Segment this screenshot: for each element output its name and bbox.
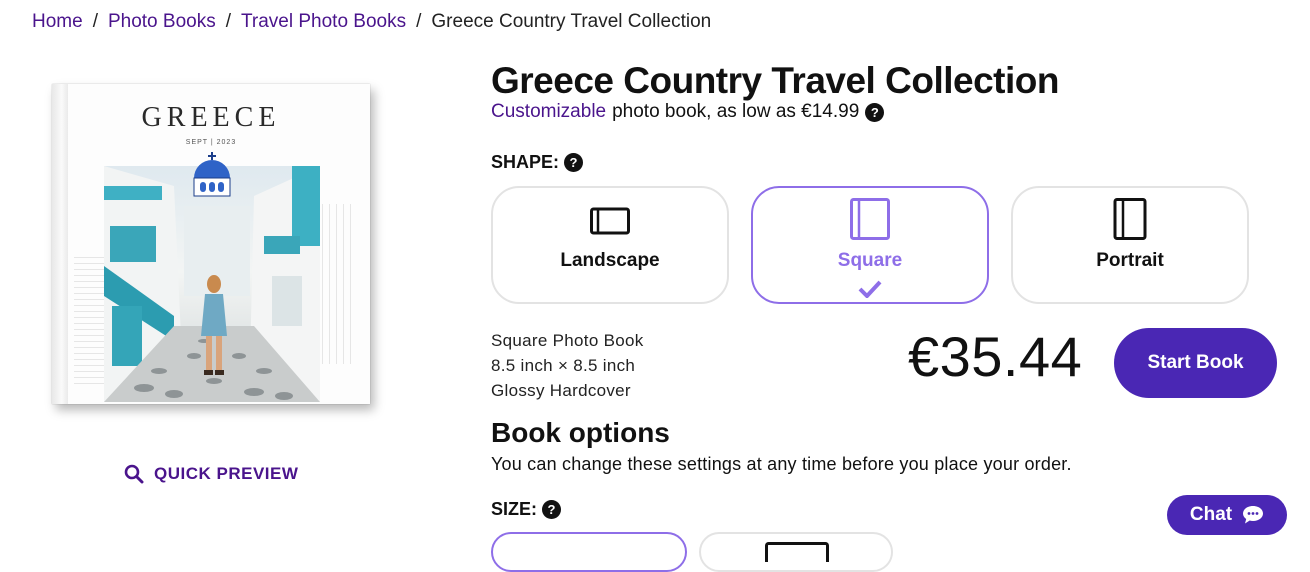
book-cover-image[interactable]: GREECE SEPT | 2023	[52, 84, 370, 404]
landscape-book-icon	[590, 207, 630, 235]
price: €35.44	[908, 325, 1083, 388]
spec-line: Glossy Hardcover	[491, 381, 631, 400]
landscape-book-icon	[765, 542, 829, 562]
breadcrumb-home[interactable]: Home	[32, 11, 83, 33]
help-icon[interactable]: ?	[564, 153, 584, 172]
shape-option-label: Portrait	[1096, 250, 1164, 271]
shape-label-text: SHAPE:	[491, 152, 560, 172]
size-label-text: SIZE:	[491, 499, 538, 519]
size-option[interactable]	[699, 532, 893, 572]
breadcrumb-separator: /	[92, 11, 98, 32]
breadcrumb-travel-photo-books[interactable]: Travel Photo Books	[241, 11, 406, 33]
size-label: SIZE: ?	[491, 499, 562, 520]
cover-photo	[104, 166, 320, 402]
customizable-link[interactable]: Customizable	[491, 101, 606, 123]
portrait-book-icon	[1113, 198, 1147, 240]
shape-option-label: Square	[837, 250, 903, 271]
search-icon	[124, 464, 144, 484]
size-option[interactable]	[491, 532, 687, 572]
subtitle-text: photo book, as low as €14.99	[612, 101, 860, 122]
cover-title: GREECE	[141, 102, 281, 133]
breadcrumb-separator: /	[225, 11, 231, 32]
shape-option-portrait[interactable]: Portrait	[1011, 186, 1249, 304]
spec-line: Square Photo Book	[491, 331, 644, 350]
breadcrumb-current: Greece Country Travel Collection	[431, 11, 712, 32]
church-dome-icon	[193, 152, 231, 197]
checkmark-icon	[858, 280, 882, 298]
street-photo-illustration	[104, 166, 320, 402]
cover-date: SEPT | 2023	[185, 139, 237, 146]
product-specs: Square Photo Book 8.5 inch × 8.5 inch Gl…	[491, 328, 644, 403]
shape-option-square[interactable]: Square	[751, 186, 989, 304]
spec-line: 8.5 inch × 8.5 inch	[491, 356, 636, 375]
product-subtitle: Customizable photo book, as low as €14.9…	[491, 101, 885, 123]
quick-preview-label: QUICK PREVIEW	[154, 464, 299, 483]
breadcrumb-photo-books[interactable]: Photo Books	[108, 11, 216, 33]
help-icon[interactable]: ?	[542, 500, 562, 519]
help-icon[interactable]: ?	[865, 102, 885, 122]
shape-option-label: Landscape	[560, 250, 660, 271]
book-options-title: Book options	[491, 417, 670, 448]
book-options-description: You can change these settings at any tim…	[491, 454, 1072, 474]
shape-option-landscape[interactable]: Landscape	[491, 186, 729, 304]
breadcrumb: Home / Photo Books / Travel Photo Books …	[32, 11, 711, 33]
chat-bubble-icon	[1243, 506, 1264, 524]
chat-label: Chat	[1189, 504, 1233, 525]
page-title: Greece Country Travel Collection	[491, 60, 1059, 101]
start-book-button[interactable]: Start Book	[1114, 328, 1277, 398]
shape-label: SHAPE: ?	[491, 152, 584, 173]
square-book-icon	[850, 198, 890, 240]
breadcrumb-separator: /	[416, 11, 422, 32]
chat-button[interactable]: Chat	[1167, 495, 1287, 535]
quick-preview-button[interactable]: QUICK PREVIEW	[124, 464, 298, 484]
